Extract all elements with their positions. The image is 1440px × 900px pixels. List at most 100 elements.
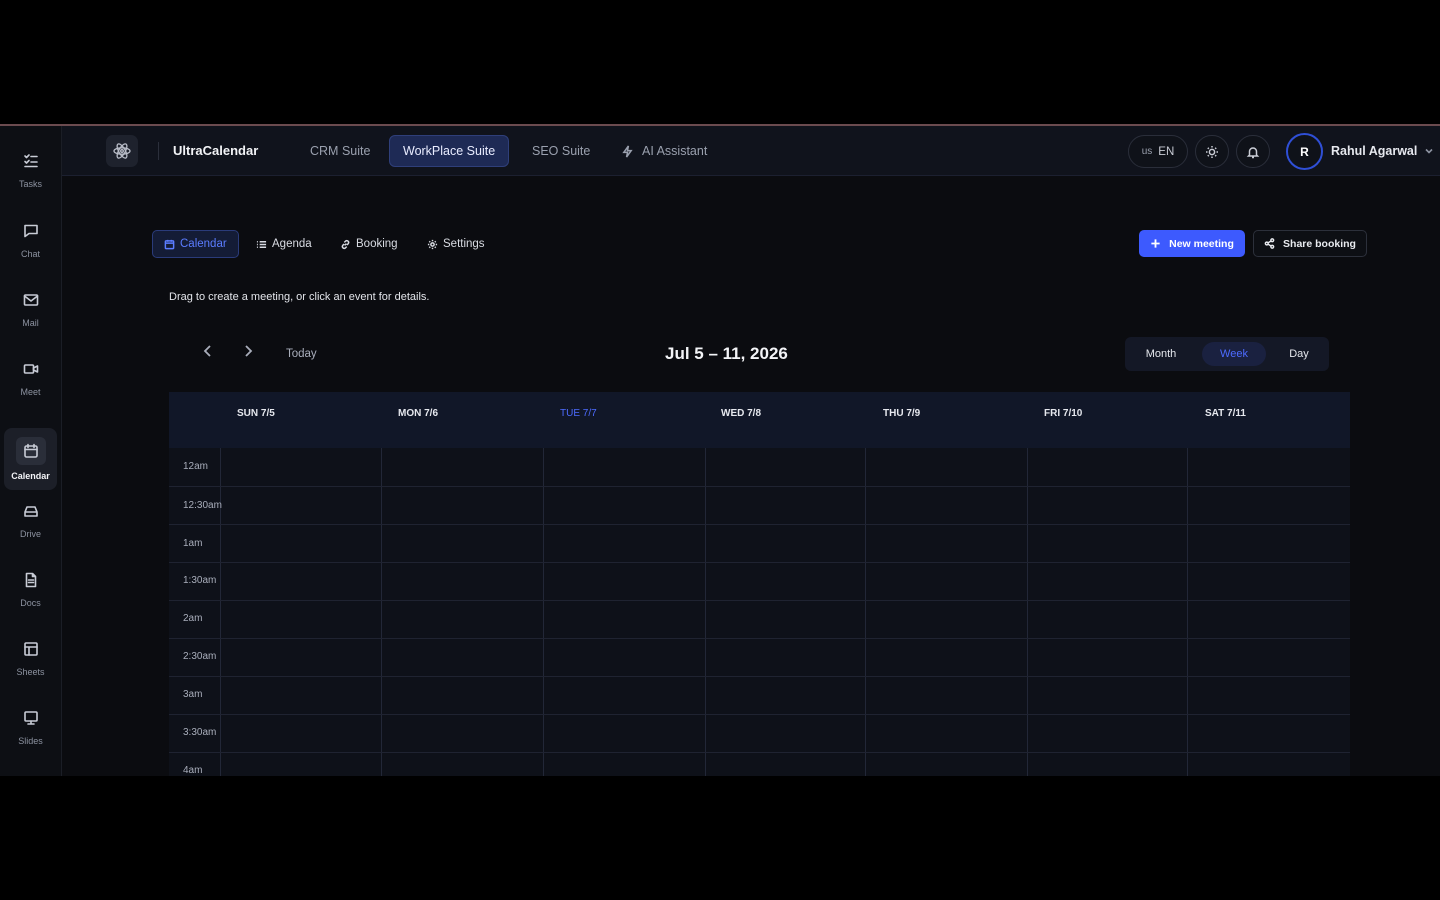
top-bar: UltraCalendar CRM Suite WorkPlace Suite …	[62, 126, 1440, 176]
week-grid-body[interactable]: 12am 12:30am 1am 1:30am 2am 2:30am 3am 3…	[169, 448, 1350, 776]
time-label: 2am	[183, 613, 203, 624]
video-icon	[23, 364, 38, 374]
week-grid-header: SUN 7/5 MON 7/6 TUE 7/7 WED 7/8 THU 7/9 …	[169, 392, 1350, 448]
app-title: UltraCalendar	[173, 143, 259, 158]
instruction-text: Drag to create a meeting, or click an ev…	[169, 291, 430, 303]
sidebar-item-mail[interactable]: Mail	[4, 279, 57, 341]
sidebar-item-drive[interactable]: Drive	[4, 490, 57, 552]
day-header[interactable]: WED 7/8	[721, 408, 761, 419]
theme-toggle[interactable]	[1195, 135, 1229, 168]
user-avatar[interactable]: R	[1286, 133, 1323, 170]
topnav-ai-assistant[interactable]: AI Assistant	[608, 135, 720, 167]
topnav-label: SEO Suite	[532, 144, 591, 158]
time-gutter-line	[220, 448, 221, 776]
topnav-crm-suite[interactable]: CRM Suite	[297, 135, 383, 167]
app-logo[interactable]	[106, 135, 138, 167]
drive-icon	[23, 506, 38, 517]
topnav-label: CRM Suite	[310, 144, 371, 158]
sidebar-item-docs[interactable]: Docs	[4, 559, 57, 621]
day-column-line	[1187, 448, 1188, 776]
notifications-button[interactable]	[1236, 135, 1270, 168]
atom-logo-icon	[113, 143, 131, 159]
app-window: Tasks Chat Mail Meet Calendar Drive Docs	[0, 124, 1440, 776]
topnav-seo-suite[interactable]: SEO Suite	[519, 135, 603, 167]
link-icon	[341, 239, 350, 249]
topnav-workplace-suite[interactable]: WorkPlace Suite	[389, 135, 510, 167]
day-column-line	[381, 448, 382, 776]
sidebar-item-calendar[interactable]: Calendar	[4, 428, 57, 490]
day-header[interactable]: SUN 7/5	[237, 408, 275, 419]
time-label: 12:30am	[183, 500, 222, 511]
tab-label: Settings	[443, 238, 485, 250]
language-selector[interactable]: us EN	[1128, 135, 1188, 168]
day-header[interactable]: SAT 7/11	[1205, 408, 1246, 419]
today-button[interactable]: Today	[286, 348, 317, 360]
time-label: 3:30am	[183, 727, 217, 738]
gear-icon	[427, 239, 438, 249]
share-booking-button[interactable]: Share booking	[1253, 230, 1367, 257]
time-label: 2:30am	[183, 651, 217, 662]
sun-icon	[1206, 145, 1218, 158]
time-label: 3am	[183, 689, 203, 700]
avatar-initial: R	[1300, 144, 1309, 159]
new-meeting-button[interactable]: New meeting	[1139, 230, 1245, 257]
sidebar-item-slides[interactable]: Slides	[4, 697, 57, 759]
user-menu-chevron[interactable]	[1423, 144, 1435, 156]
sidebar-item-meet[interactable]: Meet	[4, 348, 57, 410]
next-week-button[interactable]	[241, 344, 257, 360]
lang-region: us	[1141, 146, 1153, 157]
slot-line	[169, 562, 1350, 563]
day-column-line	[1027, 448, 1028, 776]
week-grid: SUN 7/5 MON 7/6 TUE 7/7 WED 7/8 THU 7/9 …	[169, 392, 1350, 776]
sidebar-item-label: Sheets	[16, 667, 45, 677]
tab-label: Calendar	[180, 238, 227, 250]
lang-code: EN	[1158, 145, 1175, 158]
slot-line	[169, 486, 1350, 487]
plus-icon	[1151, 239, 1160, 248]
sidebar-item-label: Slides	[18, 736, 43, 746]
time-label: 1:30am	[183, 575, 217, 586]
day-header[interactable]: THU 7/9	[883, 408, 920, 419]
tab-booking[interactable]: Booking	[335, 230, 403, 258]
date-range-title: Jul 5 – 11, 2026	[665, 344, 788, 363]
prev-week-button[interactable]	[201, 344, 217, 360]
tab-agenda[interactable]: Agenda	[251, 230, 317, 258]
calendar-icon	[23, 443, 38, 458]
time-label: 1am	[183, 538, 203, 549]
topnav-label: WorkPlace Suite	[403, 144, 496, 158]
lightning-icon	[622, 144, 633, 158]
button-label: Share booking	[1283, 237, 1356, 250]
sidebar-item-tasks[interactable]: Tasks	[4, 140, 57, 202]
view-month[interactable]: Month	[1133, 342, 1189, 366]
day-header[interactable]: MON 7/6	[398, 408, 438, 419]
day-header-today[interactable]: TUE 7/7	[560, 408, 597, 419]
user-name[interactable]: Rahul Agarwal	[1331, 144, 1417, 158]
day-column-line	[705, 448, 706, 776]
time-label: 12am	[183, 461, 209, 472]
slides-icon	[23, 711, 38, 725]
calendar-icon-box	[15, 437, 46, 465]
list-icon	[256, 240, 267, 248]
day-column-line	[543, 448, 544, 776]
sidebar-item-chat[interactable]: Chat	[4, 210, 57, 272]
day-header[interactable]: FRI 7/10	[1044, 408, 1082, 419]
view-week[interactable]: Week	[1202, 342, 1266, 366]
sheets-icon	[23, 642, 38, 656]
sidebar-item-sheets[interactable]: Sheets	[4, 628, 57, 690]
sidebar-item-label: Docs	[20, 598, 41, 608]
tab-settings[interactable]: Settings	[422, 230, 490, 258]
sidebar-item-label: Chat	[20, 249, 40, 259]
slot-line	[169, 524, 1350, 525]
slot-line	[169, 752, 1350, 753]
chevron-left-icon	[203, 345, 211, 357]
calendar-icon	[164, 239, 175, 249]
view-switcher: Month Week Day	[1125, 337, 1329, 371]
tab-calendar[interactable]: Calendar	[152, 230, 239, 258]
chevron-right-icon	[245, 345, 253, 357]
sidebar-item-label: Meet	[20, 387, 41, 397]
sidebar-item-label: Mail	[22, 318, 39, 328]
chevron-down-icon	[1425, 148, 1433, 154]
slot-line	[169, 676, 1350, 677]
view-day[interactable]: Day	[1275, 342, 1323, 366]
day-column-line	[865, 448, 866, 776]
